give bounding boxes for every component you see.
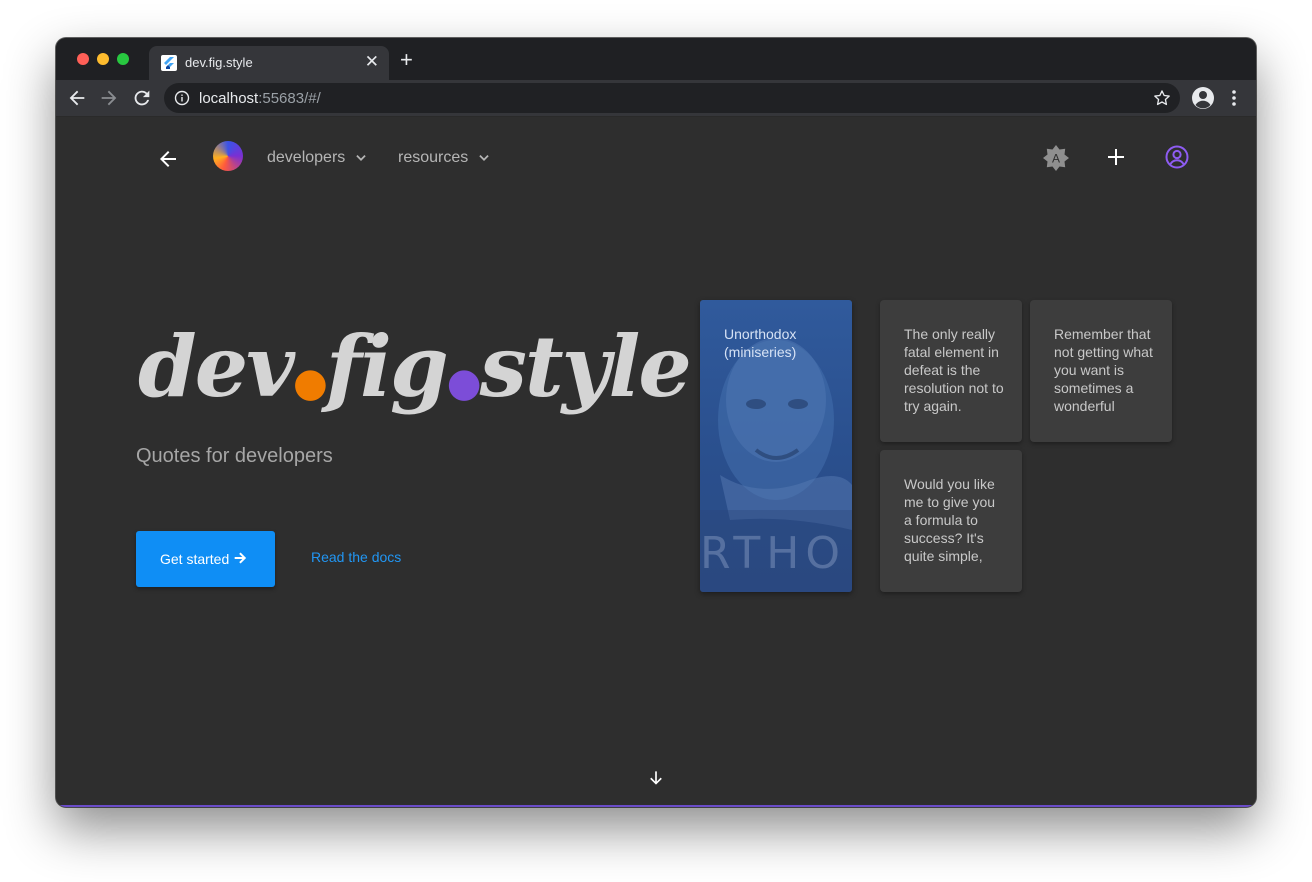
purple-dot: ●: [446, 359, 482, 406]
add-icon[interactable]: [1104, 145, 1128, 169]
reload-icon[interactable]: [131, 87, 153, 109]
app-back-icon[interactable]: [156, 147, 180, 171]
app-logo-icon[interactable]: [213, 141, 243, 171]
quote-text: The only really fatal element in defeat …: [904, 326, 1004, 414]
url-path: :55683/#/: [258, 90, 321, 107]
nav-developers-dropdown[interactable]: developers: [267, 149, 368, 167]
image-card-title: Unorthodox (miniseries): [724, 326, 797, 360]
scroll-down-arrow-icon[interactable]: [646, 768, 666, 788]
image-watermark-text: RTHO: [700, 528, 846, 579]
quote-text: Remember that not getting what you want …: [1054, 326, 1153, 414]
arrow-right-icon: [234, 552, 247, 564]
hero-title: dev●fig●style: [138, 317, 692, 416]
quote-card[interactable]: Would you like me to give you a formula …: [880, 450, 1022, 592]
forward-icon[interactable]: [98, 87, 120, 109]
browser-toolbar: localhost:55683/#/: [56, 80, 1256, 116]
minimize-window-button[interactable]: [97, 53, 109, 65]
bottom-accent-line: [56, 805, 1256, 807]
theme-icon-letter: A: [1052, 152, 1060, 166]
nav-resources-label: resources: [398, 149, 469, 166]
title-part-style: style: [479, 317, 692, 416]
account-circle-icon[interactable]: [1164, 144, 1190, 170]
browser-tab[interactable]: dev.fig.style ✕: [149, 46, 389, 80]
read-the-docs-link[interactable]: Read the docs: [311, 549, 401, 565]
chevron-down-icon: [479, 154, 489, 161]
theme-brightness-icon[interactable]: A: [1042, 144, 1070, 172]
address-bar[interactable]: localhost:55683/#/: [164, 83, 1180, 113]
nav-resources-dropdown[interactable]: resources: [398, 149, 491, 167]
bookmark-star-icon[interactable]: [1152, 88, 1172, 108]
title-part-fig: fig: [325, 317, 449, 416]
app-page: developers resources A dev●fig●style Quo…: [56, 117, 1256, 807]
nav-developers-label: developers: [267, 149, 346, 166]
quote-text: Would you like me to give you a formula …: [904, 476, 996, 564]
back-icon[interactable]: [66, 87, 88, 109]
chevron-down-icon: [356, 154, 366, 161]
profile-avatar-icon[interactable]: [1191, 86, 1215, 110]
tab-bar: dev.fig.style ✕ +: [56, 38, 1256, 80]
url-host: localhost: [199, 90, 259, 107]
get-started-button[interactable]: Get started: [136, 531, 275, 587]
tab-title: dev.fig.style: [185, 55, 253, 70]
new-tab-icon[interactable]: +: [400, 49, 413, 71]
hero-subtitle: Quotes for developers: [136, 445, 333, 467]
image-quote-card[interactable]: Unorthodox (miniseries) RTHO: [700, 300, 852, 592]
orange-dot: ●: [293, 359, 328, 406]
get-started-label: Get started: [160, 551, 230, 567]
site-info-icon[interactable]: [174, 90, 190, 106]
url-text: localhost:55683/#/: [199, 90, 321, 107]
maximize-window-button[interactable]: [117, 53, 129, 65]
flutter-favicon-icon: [161, 55, 177, 71]
quote-card[interactable]: The only really fatal element in defeat …: [880, 300, 1022, 442]
close-window-button[interactable]: [77, 53, 89, 65]
title-part-dev: dev: [138, 317, 295, 416]
browser-menu-icon[interactable]: [1226, 86, 1242, 110]
quote-card[interactable]: Remember that not getting what you want …: [1030, 300, 1172, 442]
tab-close-icon[interactable]: ✕: [365, 52, 379, 72]
browser-window: dev.fig.style ✕ + localhost:55683/#/ dev…: [56, 38, 1256, 807]
